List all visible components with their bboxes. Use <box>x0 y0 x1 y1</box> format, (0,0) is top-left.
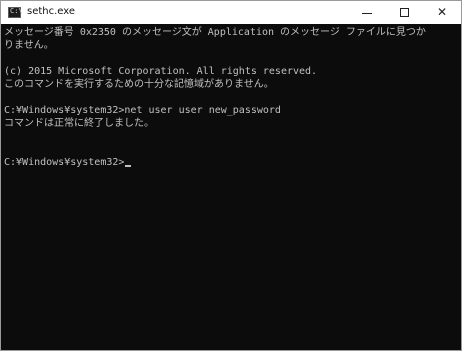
maximize-button[interactable] <box>387 1 423 24</box>
console-window: C:\ sethc.exe ✕ メッセージ番号 0x2350 のメッセージ文が … <box>0 0 462 351</box>
console-line: このコマンドを実行するための十分な記憶域がありません。 <box>4 79 274 90</box>
close-icon: ✕ <box>436 5 448 19</box>
console-line: りません。 <box>4 40 54 51</box>
console-line: (c) 2015 Microsoft Corporation. All righ… <box>4 66 318 77</box>
console-line: C:¥Windows¥system32>net user user new_pa… <box>4 105 281 116</box>
console-prompt-line[interactable]: C:¥Windows¥system32> <box>4 156 132 169</box>
close-button[interactable]: ✕ <box>424 1 460 24</box>
console-line: コマンドは正常に終了しました。 <box>4 118 154 129</box>
console-prompt: C:¥Windows¥system32> <box>4 157 125 168</box>
text-cursor <box>125 165 132 167</box>
minimize-button[interactable] <box>349 1 385 24</box>
window-title: sethc.exe <box>27 6 76 17</box>
console-app-icon[interactable]: C:\ <box>8 7 23 18</box>
minimize-icon <box>362 13 372 14</box>
console-output[interactable]: メッセージ番号 0x2350 のメッセージ文が Application のメッセ… <box>1 24 461 350</box>
console-line: メッセージ番号 0x2350 のメッセージ文が Application のメッセ… <box>4 27 426 38</box>
maximize-icon <box>400 8 409 17</box>
title-bar[interactable]: C:\ sethc.exe ✕ <box>1 1 461 24</box>
prompt-glyph-icon: C:\ <box>10 7 23 15</box>
